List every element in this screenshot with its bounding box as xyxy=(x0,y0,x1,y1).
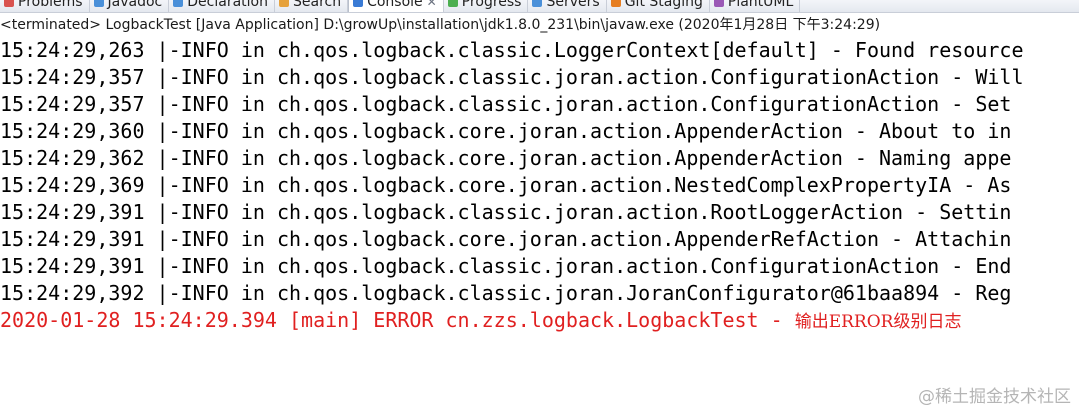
log-line: 15:24:29,357 |-INFO in ch.qos.logback.cl… xyxy=(0,92,1012,116)
search-icon xyxy=(278,0,289,7)
git-staging-icon xyxy=(610,0,621,7)
tab-label: Search xyxy=(292,0,342,10)
log-line: 15:24:29,263 |-INFO in ch.qos.logback.cl… xyxy=(0,38,1024,62)
view-tab-strip: Problems Javadoc Declaration Search Console ✕… xyxy=(0,0,1079,13)
log-line: 15:24:29,357 |-INFO in ch.qos.logback.cl… xyxy=(0,65,1024,89)
watermark: @稀土掘金技术社区 xyxy=(918,387,1071,407)
declaration-icon xyxy=(173,0,184,7)
tab-javadoc[interactable]: Javadoc xyxy=(90,0,170,12)
tab-label: Servers xyxy=(546,0,600,10)
problems-icon xyxy=(4,0,14,7)
tab-problems[interactable]: Problems xyxy=(0,0,90,12)
error-log-prefix: 2020-01-28 15:24:29.394 [main] ERROR cn.… xyxy=(0,308,795,332)
log-line: 15:24:29,362 |-INFO in ch.qos.logback.co… xyxy=(0,146,1012,170)
tab-label: Git Staging xyxy=(624,0,703,10)
tab-label: Declaration xyxy=(187,0,268,10)
tab-label: Problems xyxy=(18,0,83,10)
error-log-line: 2020-01-28 15:24:29.394 [main] ERROR cn.… xyxy=(0,307,1079,334)
console-output[interactable]: 15:24:29,263 |-INFO in ch.qos.logback.cl… xyxy=(0,37,1079,415)
tab-label: Console xyxy=(367,0,423,10)
tab-progress[interactable]: Progress xyxy=(444,0,529,12)
tab-label: PlantUML xyxy=(727,0,794,10)
tab-label: Javadoc xyxy=(107,0,163,10)
log-line: 15:24:29,369 |-INFO in ch.qos.logback.co… xyxy=(0,173,1012,197)
progress-icon xyxy=(447,0,458,7)
log-line: 15:24:29,392 |-INFO in ch.qos.logback.cl… xyxy=(0,281,1012,305)
error-log-message: 输出ERROR级别日志 xyxy=(794,312,962,332)
tab-git-staging[interactable]: Git Staging xyxy=(607,0,710,12)
log-line: 15:24:29,360 |-INFO in ch.qos.logback.co… xyxy=(0,119,1012,143)
javadoc-icon xyxy=(93,0,104,7)
tab-console[interactable]: Console ✕ xyxy=(348,0,444,12)
launch-description: <terminated> LogbackTest [Java Applicati… xyxy=(0,17,881,33)
tab-plantuml[interactable]: PlantUML xyxy=(710,0,801,12)
tab-declaration[interactable]: Declaration xyxy=(169,0,275,12)
tab-label: Progress xyxy=(461,0,522,10)
tab-search[interactable]: Search xyxy=(275,0,349,12)
tab-servers[interactable]: Servers xyxy=(528,0,607,12)
log-line: 15:24:29,391 |-INFO in ch.qos.logback.co… xyxy=(0,227,1012,251)
log-line: 15:24:29,391 |-INFO in ch.qos.logback.cl… xyxy=(0,200,1012,224)
console-view: Problems Javadoc Declaration Search Console ✕… xyxy=(0,0,1079,415)
log-line: 15:24:29,391 |-INFO in ch.qos.logback.cl… xyxy=(0,254,1012,278)
plantuml-icon xyxy=(713,0,724,7)
console-icon xyxy=(353,0,364,7)
servers-icon xyxy=(532,0,543,7)
close-icon[interactable]: ✕ xyxy=(427,0,437,9)
